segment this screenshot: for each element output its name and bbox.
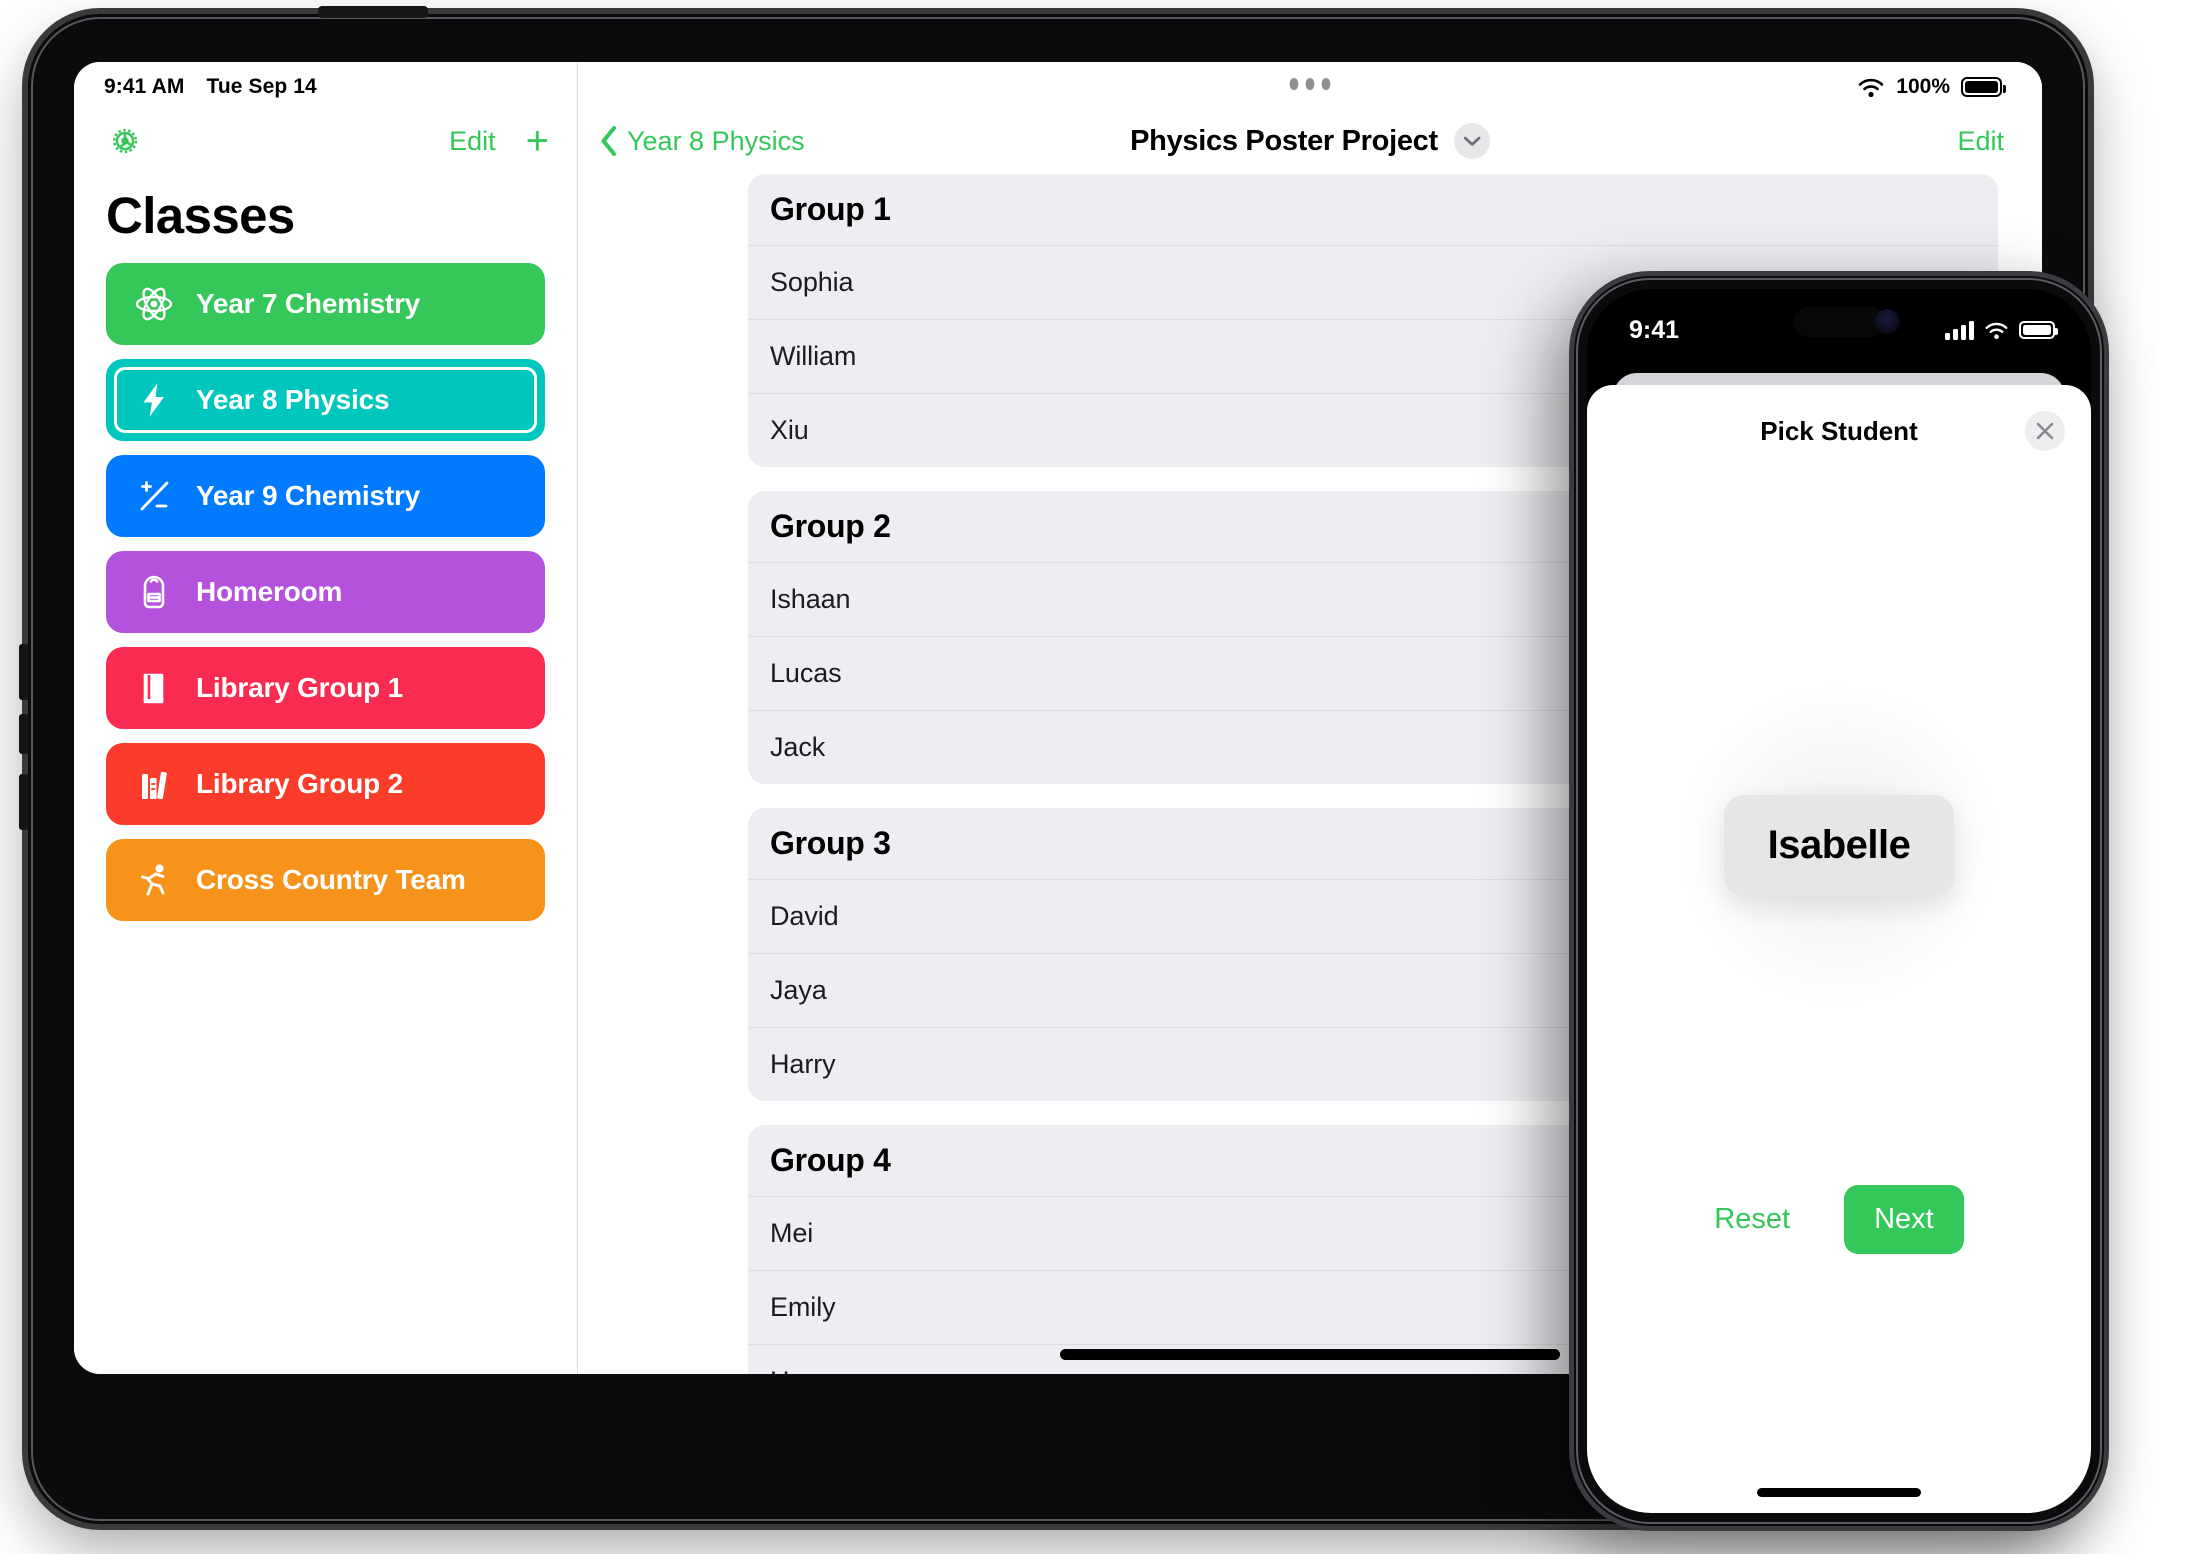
iphone-device: 9:41 Pick Student Isabelle Reset Next <box>1574 276 2104 1526</box>
wifi-icon <box>1985 322 2008 339</box>
sheet-actions: Reset Next <box>1587 1185 2091 1254</box>
ipad-volume-down-button[interactable] <box>19 774 29 830</box>
sheet-title: Pick Student <box>1760 415 1918 446</box>
detail-navigation-bar: Year 8 Physics Physics Poster Project Ed… <box>578 108 2042 174</box>
sidebar-toolbar-actions: Edit + <box>449 121 549 161</box>
wifi-icon <box>1858 78 1884 97</box>
front-camera-icon <box>1875 309 1900 334</box>
ipad-volume-up-button[interactable] <box>19 644 29 700</box>
detail-edit-button[interactable]: Edit <box>1957 126 2004 157</box>
detail-title-group: Physics Poster Project <box>1130 123 1490 159</box>
sidebar-item-label: Year 7 Chemistry <box>196 288 421 319</box>
home-indicator[interactable] <box>1757 1488 1921 1497</box>
chevron-down-icon[interactable] <box>1453 123 1490 159</box>
sidebar-item-year-7-chemistry[interactable]: Year 7 Chemistry <box>106 263 545 345</box>
dynamic-island <box>1793 307 1885 337</box>
sidebar: 9:41 AM Tue Sep 14 Edit + Classes Year 7… <box>74 62 578 1374</box>
status-bar-indicators: 100% <box>1857 75 2006 99</box>
sidebar-item-label: Cross Country Team <box>196 864 466 895</box>
sidebar-item-year-9-chemistry[interactable]: Year 9 Chemistry <box>106 455 545 537</box>
back-button[interactable]: Year 8 Physics <box>600 126 805 157</box>
ipad-top-button[interactable] <box>318 6 428 18</box>
cellular-signal-icon <box>1945 320 1974 340</box>
multitasking-control[interactable] <box>1289 78 1331 90</box>
sidebar-item-year-8-physics[interactable]: Year 8 Physics <box>106 359 545 441</box>
picked-student-area: Isabelle <box>1587 535 2091 1155</box>
scroll-indicator[interactable] <box>1060 1349 1560 1360</box>
sidebar-toolbar: Edit + <box>74 108 577 174</box>
ipad-side-port <box>19 714 29 754</box>
sidebar-item-label: Homeroom <box>196 576 343 607</box>
book-closed-icon <box>134 668 174 708</box>
back-button-label: Year 8 Physics <box>627 125 805 156</box>
detail-title: Physics Poster Project <box>1130 124 1438 157</box>
sidebar-item-library-group-2[interactable]: Library Group 2 <box>106 743 545 825</box>
iphone-status-bar: 9:41 <box>1587 289 2091 357</box>
close-icon[interactable] <box>2025 411 2065 451</box>
sidebar-item-label: Library Group 2 <box>196 768 404 799</box>
page-title: Classes <box>106 187 295 244</box>
atom-icon <box>134 284 174 324</box>
selection-ring <box>114 367 537 433</box>
reset-button[interactable]: Reset <box>1714 1203 1790 1236</box>
sidebar-item-cross-country-team[interactable]: Cross Country Team <box>106 839 545 921</box>
figure-run-icon <box>134 860 174 900</box>
battery-percent-label: 100% <box>1896 75 1950 98</box>
picked-student-card[interactable]: Isabelle <box>1723 794 1955 896</box>
add-class-button[interactable]: + <box>526 121 549 161</box>
status-bar-date: Tue Sep 14 <box>206 75 317 98</box>
class-list: Year 7 Chemistry Year 8 Physics Year 9 C… <box>74 263 577 921</box>
detail-status-bar: 100% <box>578 62 2042 108</box>
sidebar-item-homeroom[interactable]: Homeroom <box>106 551 545 633</box>
pick-student-sheet: Pick Student Isabelle Reset Next <box>1587 385 2091 1513</box>
status-bar-time: 9:41 AM <box>104 75 185 98</box>
battery-icon <box>2019 321 2058 339</box>
iphone-status-indicators <box>1945 320 2058 340</box>
ipad-status-bar: 9:41 AM Tue Sep 14 <box>74 62 577 108</box>
iphone-screen: 9:41 Pick Student Isabelle Reset Next <box>1587 289 2091 1513</box>
group-title: Group 1 <box>770 191 891 227</box>
iphone-status-time: 9:41 <box>1629 315 1680 344</box>
sidebar-item-library-group-1[interactable]: Library Group 1 <box>106 647 545 729</box>
books-vertical-icon <box>134 764 174 804</box>
plus-minus-icon <box>134 476 174 516</box>
sidebar-item-label: Year 9 Chemistry <box>196 480 421 511</box>
next-button[interactable]: Next <box>1844 1185 1964 1254</box>
sheet-header: Pick Student <box>1587 385 2091 477</box>
backpack-icon <box>134 572 174 612</box>
gear-icon[interactable] <box>106 122 144 160</box>
chevron-left-icon <box>601 126 616 156</box>
battery-icon <box>1961 77 2006 97</box>
sidebar-edit-button[interactable]: Edit <box>449 126 496 157</box>
sidebar-item-label: Library Group 1 <box>196 672 404 703</box>
